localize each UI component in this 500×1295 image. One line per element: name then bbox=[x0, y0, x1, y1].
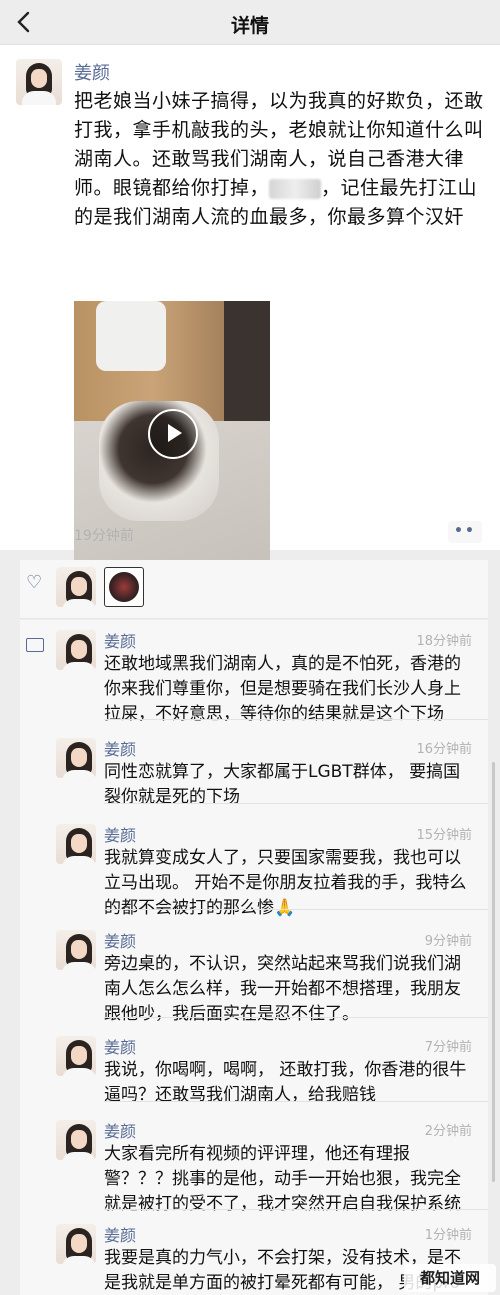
comment-author[interactable]: 姜颜 bbox=[104, 628, 136, 652]
avatar[interactable] bbox=[56, 738, 96, 778]
comment-text: 大家看完所有视频的评评理，他还有理报警？？？挑事的是他，动手一开始也狠，我完全就… bbox=[104, 1144, 461, 1214]
avatar[interactable] bbox=[56, 824, 96, 864]
likes-section: ♡ bbox=[20, 560, 488, 619]
comment-text: 还敢地域黑我们湖南人，真的是不怕死，香港的你来我们尊重你，但是想要骑在我们长沙人… bbox=[104, 654, 461, 724]
watermark-logo: 都知道网 bbox=[404, 1264, 496, 1292]
comment-time: 1分钟前 bbox=[424, 1228, 472, 1243]
liker-avatar[interactable] bbox=[104, 567, 144, 607]
comment-item: 姜颜 16分钟前 同性恋就算了，大家都属于LGBT群体， 要搞国 裂你就是死的下… bbox=[20, 728, 488, 807]
comment-item: 姜颜 7分钟前 我说，你喝啊，喝啊， 还敢打我，你香港的很牛逼吗？还敢骂我们湖南… bbox=[20, 1026, 488, 1105]
comment-item: 姜颜 2分钟前 大家看完所有视频的评评理，他还有理报警？？？挑事的是他，动手一开… bbox=[20, 1110, 488, 1214]
avatar[interactable] bbox=[56, 630, 96, 670]
comment-item: 姜颜 18分钟前 还敢地域黑我们湖南人，真的是不怕死，香港的你来我们尊重你，但是… bbox=[20, 620, 488, 724]
comments-section: 姜颜 18分钟前 还敢地域黑我们湖南人，真的是不怕死，香港的你来我们尊重你，但是… bbox=[20, 620, 488, 1295]
more-options-button[interactable]: •• bbox=[448, 521, 482, 543]
post-text: 把老娘当小妹子搞得，以为我真的好欺负，还敢打我，拿手机敲我的头，老娘就让你知道什… bbox=[74, 87, 484, 232]
comment-time: 9分钟前 bbox=[424, 934, 472, 949]
comment-time: 18分钟前 bbox=[416, 634, 472, 649]
comment-item: 姜颜 9分钟前 旁边桌的，不认识，突然站起来骂我们说我们湖南人怎么怎么样，我一开… bbox=[20, 920, 488, 1024]
comment-author[interactable]: 姜颜 bbox=[104, 822, 136, 846]
comment-author[interactable]: 姜颜 bbox=[104, 1034, 136, 1058]
comment-time: 16分钟前 bbox=[416, 742, 472, 757]
avatar[interactable] bbox=[16, 59, 62, 105]
heart-outline-icon: ♡ bbox=[26, 572, 43, 593]
page-title: 详情 bbox=[230, 15, 269, 37]
comment-author[interactable]: 姜颜 bbox=[104, 1222, 136, 1246]
avatar[interactable] bbox=[56, 1224, 96, 1264]
comment-text: 旁边桌的，不认识，突然站起来骂我们说我们湖南人怎么怎么样，我一开始都不想搭理，我… bbox=[104, 954, 461, 1024]
avatar[interactable] bbox=[56, 1036, 96, 1076]
comment-author[interactable]: 姜颜 bbox=[104, 1118, 136, 1142]
liker-avatar[interactable] bbox=[56, 567, 96, 607]
comment-author[interactable]: 姜颜 bbox=[104, 928, 136, 952]
comment-time: 15分钟前 bbox=[416, 828, 472, 843]
nav-bar: 详情 bbox=[0, 0, 500, 45]
play-icon[interactable] bbox=[148, 409, 198, 459]
avatar[interactable] bbox=[56, 1120, 96, 1160]
comment-item: 姜颜 15分钟前 我就算变成女人了，只要国家需要我，我也可以立马出现。 开始不是… bbox=[20, 814, 488, 918]
comment-author[interactable]: 姜颜 bbox=[104, 736, 136, 760]
post-time: 19分钟前 bbox=[74, 528, 134, 544]
moment-post: 姜颜 把老娘当小妹子搞得，以为我真的好欺负，还敢打我，拿手机敲我的头，老娘就让你… bbox=[0, 45, 500, 563]
author-name[interactable]: 姜颜 bbox=[74, 59, 110, 85]
video-thumbnail[interactable] bbox=[74, 301, 270, 563]
comment-time: 7分钟前 bbox=[424, 1040, 472, 1055]
comment-time: 2分钟前 bbox=[424, 1124, 472, 1139]
avatar[interactable] bbox=[56, 930, 96, 970]
blurred-redaction bbox=[269, 178, 322, 199]
scrollbar[interactable] bbox=[492, 762, 495, 1182]
